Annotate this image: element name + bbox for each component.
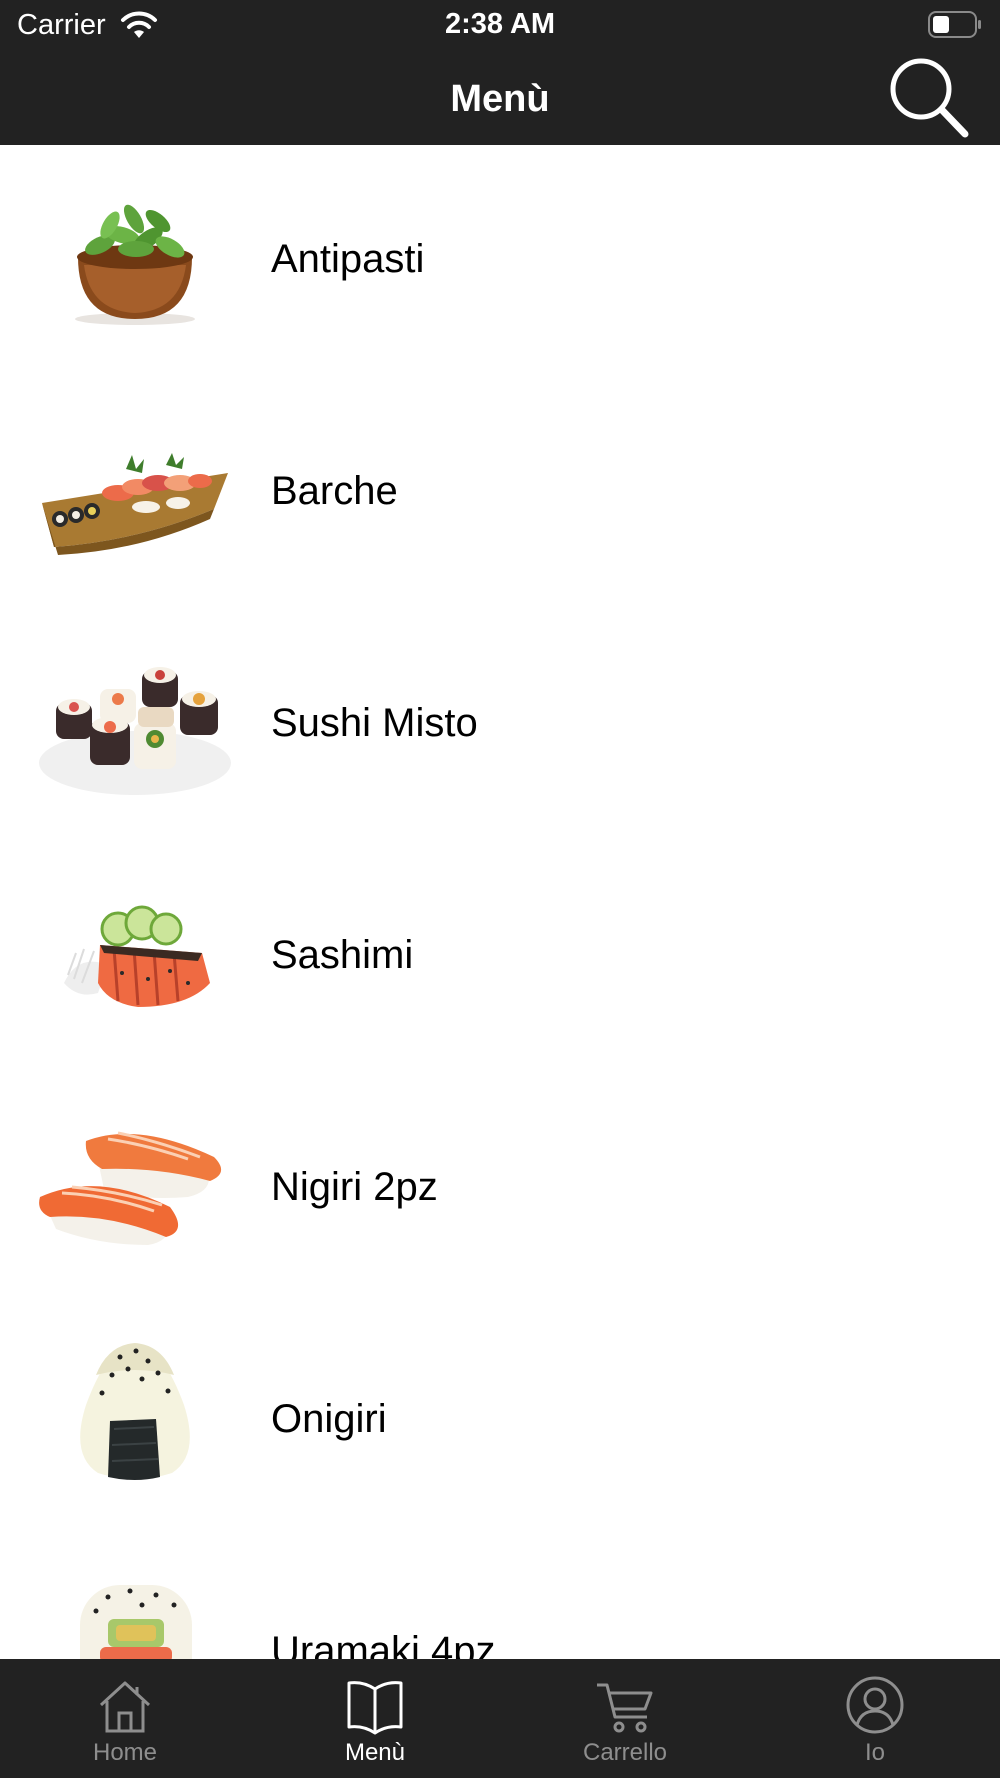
sashimi-image	[64, 905, 210, 1007]
status-bar: Carrier 2:38 AM	[0, 0, 1000, 50]
category-row-sushi-misto[interactable]: Sushi Misto	[0, 609, 1000, 841]
home-icon	[99, 1681, 151, 1733]
edamame-bowl-image	[75, 204, 195, 325]
cart-icon	[597, 1683, 653, 1733]
category-label: Sushi Misto	[271, 701, 478, 745]
search-icon[interactable]	[884, 56, 974, 141]
uramaki-image	[80, 1585, 192, 1659]
category-label: Uramaki 4pz	[271, 1629, 496, 1659]
onigiri-image	[80, 1343, 190, 1480]
category-label: Onigiri	[271, 1397, 387, 1441]
category-label: Barche	[271, 469, 398, 513]
tab-cart[interactable]: Carrello	[500, 1659, 750, 1778]
nigiri-image	[39, 1131, 222, 1245]
tab-profile[interactable]: Io	[750, 1659, 1000, 1778]
category-label: Sashimi	[271, 933, 414, 977]
category-row-uramaki[interactable]: Uramaki 4pz	[0, 1537, 1000, 1659]
tab-label: Menù	[344, 1739, 406, 1766]
clock: 2:38 AM	[444, 8, 556, 40]
category-label: Nigiri 2pz	[271, 1165, 438, 1209]
sushi-boat-image	[42, 453, 228, 555]
navigation-bar: Menù	[0, 50, 1000, 145]
tab-label: Carrello	[582, 1739, 668, 1766]
category-row-nigiri[interactable]: Nigiri 2pz	[0, 1073, 1000, 1305]
book-icon	[347, 1681, 403, 1735]
category-row-barche[interactable]: Barche	[0, 377, 1000, 609]
tab-label: Io	[864, 1739, 885, 1766]
category-row-onigiri[interactable]: Onigiri	[0, 1305, 1000, 1537]
tab-bar: Home Menù Carrello Io	[0, 1659, 1000, 1778]
tab-menu[interactable]: Menù	[250, 1659, 500, 1778]
tab-home[interactable]: Home	[0, 1659, 250, 1778]
battery-icon	[928, 11, 981, 38]
tab-label: Home	[92, 1739, 158, 1766]
mixed-sushi-image	[39, 667, 231, 795]
category-row-sashimi[interactable]: Sashimi	[0, 841, 1000, 1073]
category-label: Antipasti	[271, 237, 425, 281]
page-title: Menù	[450, 78, 550, 120]
user-icon	[846, 1676, 904, 1734]
category-row-antipasti[interactable]: Antipasti	[0, 145, 1000, 377]
category-list[interactable]: Antipasti Barche Sushi Misto Sashimi Nig…	[0, 145, 1000, 1659]
